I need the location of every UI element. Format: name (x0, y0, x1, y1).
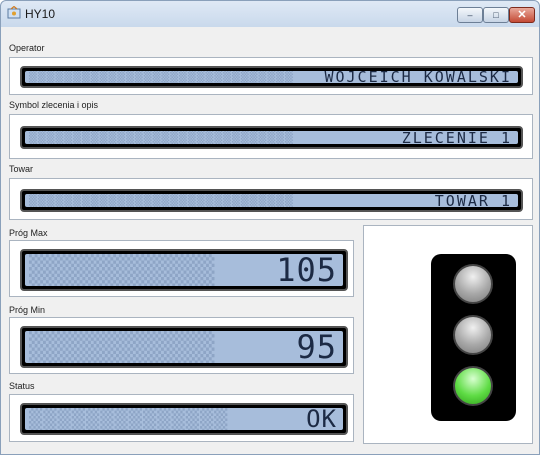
status-label: Status (9, 381, 35, 391)
threshold-max-label: Próg Max (9, 228, 48, 238)
product-group: ▒▒▒▒▒▒▒▒▒▒▒▒▒▒▒▒▒▒▒▒▒▒▒▒▒▒▒▒▒▒ TOWAR 1 (9, 178, 533, 220)
operator-value: WOJCEICH KOWALSKI (324, 71, 512, 83)
order-label: Symbol zlecenia i opis (9, 100, 99, 110)
title-bar[interactable]: HY10 – □ ✕ (1, 1, 539, 27)
product-value: TOWAR 1 (434, 194, 512, 207)
maximize-button[interactable]: □ (483, 7, 509, 23)
lcd-segment-background: ▒▒▒▒▒▒▒▒▒▒▒▒▒▒ (29, 408, 229, 430)
traffic-light-top-lamp (453, 264, 493, 304)
order-value: ZLECENIE 1 (401, 131, 512, 144)
product-display: ▒▒▒▒▒▒▒▒▒▒▒▒▒▒▒▒▒▒▒▒▒▒▒▒▒▒▒▒▒▒ TOWAR 1 (20, 189, 523, 212)
traffic-light-middle-lamp (453, 315, 493, 355)
minimize-button[interactable]: – (457, 7, 483, 23)
status-value: OK (306, 408, 337, 430)
threshold-min-display: ▒▒▒▒▒▒▒▒▒▒▒ 95 (20, 326, 348, 368)
status-group: ▒▒▒▒▒▒▒▒▒▒▒▒▒▒ OK (9, 394, 354, 442)
order-display: ▒▒▒▒▒▒▒▒▒▒▒▒▒▒▒▒▒▒▒▒▒▒▒▒▒▒▒▒▒▒ ZLECENIE … (20, 126, 523, 149)
order-group: ▒▒▒▒▒▒▒▒▒▒▒▒▒▒▒▒▒▒▒▒▒▒▒▒▒▒▒▒▒▒ ZLECENIE … (9, 114, 533, 159)
client-area: Operator ▒▒▒▒▒▒▒▒▒▒▒▒▒▒▒▒▒▒▒▒▒▒▒▒▒▒▒▒▒▒ … (9, 33, 533, 454)
traffic-light-housing (431, 254, 516, 421)
threshold-min-label: Próg Min (9, 305, 46, 315)
status-display: ▒▒▒▒▒▒▒▒▒▒▒▒▒▒ OK (20, 403, 348, 435)
traffic-light-panel (363, 225, 533, 444)
app-window: HY10 – □ ✕ Operator ▒▒▒▒▒▒▒▒▒▒▒▒▒▒▒▒▒▒▒▒… (0, 0, 540, 455)
traffic-light-bottom-lamp (453, 366, 493, 406)
window-title: HY10 (25, 7, 56, 21)
app-icon (7, 6, 21, 19)
threshold-max-value: 105 (276, 254, 337, 286)
operator-display: ▒▒▒▒▒▒▒▒▒▒▒▒▒▒▒▒▒▒▒▒▒▒▒▒▒▒▒▒▒▒ WOJCEICH … (20, 66, 523, 88)
close-button[interactable]: ✕ (509, 7, 535, 23)
threshold-min-value: 95 (296, 331, 337, 363)
threshold-max-display: ▒▒▒▒▒▒▒▒▒▒▒ 105 (20, 249, 348, 291)
product-label: Towar (9, 164, 34, 174)
operator-group: ▒▒▒▒▒▒▒▒▒▒▒▒▒▒▒▒▒▒▒▒▒▒▒▒▒▒▒▒▒▒ WOJCEICH … (9, 57, 533, 95)
lcd-segment-background: ▒▒▒▒▒▒▒▒▒▒▒ (29, 331, 215, 363)
threshold-min-group: ▒▒▒▒▒▒▒▒▒▒▒ 95 (9, 317, 354, 374)
threshold-max-group: ▒▒▒▒▒▒▒▒▒▒▒ 105 (9, 240, 354, 297)
operator-label: Operator (9, 43, 45, 53)
